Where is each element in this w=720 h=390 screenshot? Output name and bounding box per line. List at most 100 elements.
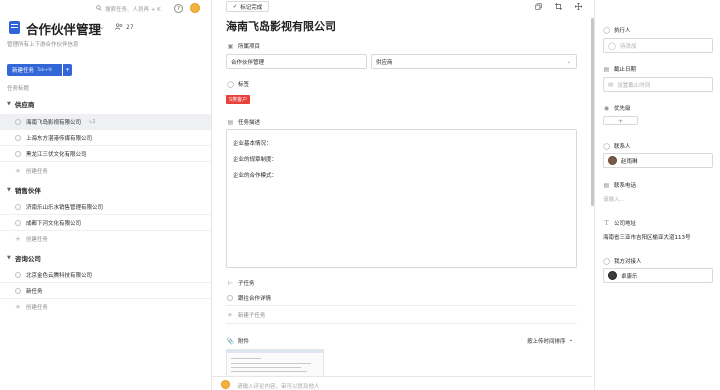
new-subtask-button[interactable]: + 新建子任务 <box>227 311 265 319</box>
project-select[interactable]: 合作伙伴管理 <box>226 54 367 69</box>
group-header-suppliers[interactable]: ▼ 供应商 <box>7 99 34 109</box>
partner-label: ◯ 我方对接人 <box>603 257 642 266</box>
search-placeholder: 搜索任务、人员再 + K <box>105 7 161 13</box>
mark-done-label: 标记完成 <box>240 4 263 11</box>
task-checkbox[interactable] <box>15 271 21 278</box>
plus-icon: + <box>15 303 21 311</box>
user-icon: ◯ <box>603 257 610 265</box>
group-header-consulting[interactable]: ▼ 咨询公司 <box>7 253 41 263</box>
caret-down-icon: ▼ <box>7 101 11 107</box>
task-checkbox[interactable] <box>15 150 21 157</box>
phone-label: ▤ 联系电话 <box>603 181 637 190</box>
member-count[interactable]: 27 <box>115 23 134 32</box>
plus-icon: + <box>15 235 21 243</box>
subtask-item[interactable]: 跟往合作详情 <box>227 294 271 302</box>
task-checkbox[interactable] <box>15 219 21 226</box>
new-task-hotkey: Tab+N <box>37 67 52 73</box>
due-date-field[interactable]: ▤ 设置截止时间 <box>603 77 713 92</box>
global-search[interactable]: 搜索任务、人员再 + K <box>96 4 166 14</box>
task-checkbox[interactable] <box>15 203 21 210</box>
contact-icon: ◯ <box>603 142 610 150</box>
chevron-down-icon[interactable]: ⌄ <box>99 23 105 31</box>
calendar-icon: ▤ <box>608 81 614 88</box>
user-avatar[interactable] <box>190 3 200 13</box>
move-icon[interactable] <box>574 2 583 11</box>
mark-done-button[interactable]: ✓ 标记完成 <box>226 1 269 12</box>
phone-input[interactable]: 请输入... <box>603 195 625 203</box>
chevron-down-icon: ⌄ <box>566 58 571 65</box>
subtask-checkbox[interactable] <box>227 295 233 301</box>
task-checkbox[interactable] <box>15 118 21 125</box>
task-checkbox[interactable] <box>15 134 21 141</box>
comment-input[interactable]: 请输入评论内容，审可以提及他人 <box>237 382 320 390</box>
list-item[interactable]: 新任务 <box>0 283 211 299</box>
section-select[interactable]: 供应商 ⌄ <box>371 54 577 69</box>
new-task-label: 新建任务 <box>12 68 35 74</box>
contact-field[interactable]: 赵雨琳 <box>603 153 713 168</box>
task-checkbox[interactable] <box>15 287 21 294</box>
task-detail-title[interactable]: 海南飞岛影视有限公司 <box>226 18 336 34</box>
task-title: 黑龙江三伏文化有限公司 <box>26 151 87 158</box>
contact-label: ◯ 联系人 <box>603 142 631 151</box>
divider <box>226 323 577 324</box>
new-task-button[interactable]: 新建任务 Tab+N <box>7 64 62 76</box>
calendar-icon: ▤ <box>603 65 610 73</box>
priority-icon: ◉ <box>603 104 610 112</box>
project-title[interactable]: 合作伙伴管理 <box>26 19 101 38</box>
plus-icon: + <box>227 311 233 319</box>
list-item[interactable]: 黑龙江三伏文化有限公司 <box>0 146 211 162</box>
member-count-value: 27 <box>126 24 134 31</box>
priority-label: ◉ 优先级 <box>603 104 631 113</box>
partner-field[interactable]: 卓康乐 <box>603 268 713 283</box>
attachment-sort[interactable]: 按上传时间排序 ⌄ <box>527 337 573 345</box>
chevron-down-icon: ⌄ <box>568 337 574 343</box>
group-name: 供应商 <box>14 101 35 109</box>
create-task-label: 创建任务 <box>25 169 48 175</box>
plus-icon: + <box>15 167 21 175</box>
list-item[interactable]: 成都下河文化有限公司 <box>0 215 211 231</box>
due-date-label: ▤ 截止日期 <box>603 65 637 74</box>
create-task-button[interactable]: + 创建任务 <box>15 303 48 311</box>
task-title: 济南乐山乐水销售管理有限公司 <box>26 204 104 211</box>
address-value[interactable]: 海南省三亚市吉阳区榆亚大道113号 <box>603 233 691 241</box>
add-priority-button[interactable]: + <box>603 116 638 125</box>
tag-badge[interactable]: S类客户 <box>226 95 251 104</box>
task-list-panel <box>0 0 212 390</box>
assignee-label: ◯ 执行人 <box>603 26 631 35</box>
partner-avatar <box>608 271 617 280</box>
assignee-field[interactable]: ◯ 待添加 <box>603 38 713 53</box>
group-name: 销售伙伴 <box>14 187 41 195</box>
project-section-label: ▣ 所属项目 <box>227 42 261 51</box>
list-item[interactable]: 上海东方湛港传媒有限公司 <box>0 130 211 146</box>
help-icon[interactable]: ? <box>174 4 183 13</box>
caret-down-icon: ▼ <box>7 187 11 193</box>
new-task-dropdown[interactable]: ▾ <box>63 64 72 76</box>
attachment-thumbnail[interactable] <box>226 349 324 379</box>
contact-avatar <box>608 156 617 165</box>
text-icon: T <box>604 219 609 227</box>
subtasks-label: ⊢ 子任务 <box>227 279 255 288</box>
divider <box>226 305 577 306</box>
description-label: ▤ 任务描述 <box>227 118 261 127</box>
list-item[interactable]: 北京金色云腾科技有限公司 <box>0 267 211 283</box>
create-task-label: 创建任务 <box>25 305 48 311</box>
create-task-label: 创建任务 <box>25 237 48 243</box>
task-title: 新任务 <box>26 288 43 295</box>
user-icon: ◯ <box>608 41 616 50</box>
subtask-count: ⤷ 1 <box>89 118 96 125</box>
subtask-icon: ⊢ <box>227 279 234 287</box>
group-header-sales-partners[interactable]: ▼ 销售伙伴 <box>7 185 41 195</box>
tags-label: ◯ 标签 <box>227 80 250 89</box>
description-icon: ▤ <box>227 118 234 126</box>
task-title: 北京金色云腾科技有限公司 <box>26 272 93 279</box>
copy-icon[interactable] <box>534 2 543 11</box>
project-folder-icon <box>9 21 20 34</box>
list-item[interactable]: 海南飞岛影视有限公司 ⤷ 1 <box>0 114 211 130</box>
create-task-button[interactable]: + 创建任务 <box>15 235 48 243</box>
screenshot-icon[interactable] <box>554 2 563 11</box>
create-task-button[interactable]: + 创建任务 <box>15 167 48 175</box>
tag-icon: ◯ <box>227 80 234 88</box>
list-item[interactable]: 济南乐山乐水销售管理有限公司 <box>0 199 211 215</box>
members-icon <box>115 23 123 32</box>
description-editor[interactable]: 企业基本情况： 企业的规章制度： 企业的合作模式： <box>226 129 577 268</box>
